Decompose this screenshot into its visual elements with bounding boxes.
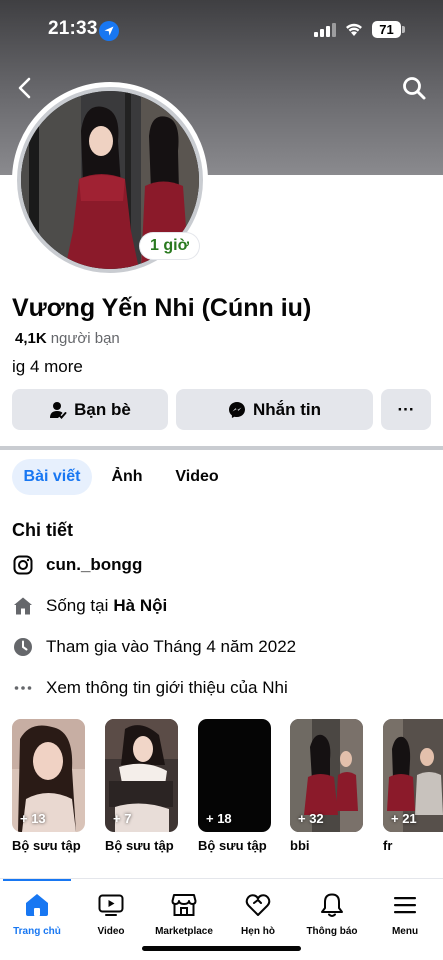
nav-home[interactable]: Trang chủ [0,891,74,937]
nav-notifications[interactable]: Thông báo [295,891,369,937]
nav-marketplace[interactable]: Marketplace [147,891,221,937]
collection-count: + 32 [298,811,324,826]
section-divider [0,446,443,450]
friends-label: người bạn [50,330,120,347]
instagram-handle: cun._bongg [46,555,143,574]
collection-label: Bộ sưu tập [198,838,267,853]
tab-video[interactable]: Video [164,459,230,495]
collection-label: Bộ sưu tập [12,838,81,853]
active-tab-indicator [3,879,71,881]
detail-instagram[interactable]: cun._bongg [12,552,142,578]
profile-name: Vương Yến Nhi (Cúnn iu) [12,294,312,322]
collection-item[interactable]: + 21 fr [383,719,443,853]
tab-photos[interactable]: Ảnh [100,459,154,495]
home-icon [23,891,51,919]
more-dots-icon: ··· [397,399,415,419]
collection-item[interactable]: + 18 Bộ sưu tập [198,719,271,853]
location-arrow-icon [99,21,119,41]
status-time: 21:33 [48,18,98,39]
profile-bio: ig 4 more [12,357,83,376]
bell-icon [318,891,346,919]
detail-joined: Tham gia vào Tháng 4 năm 2022 [12,634,296,660]
friends-button-label: Bạn bè [74,399,131,419]
nav-dating[interactable]: Hẹn hò [221,891,295,937]
collection-thumbnail: + 21 [383,719,443,832]
collection-count: + 21 [391,811,417,826]
friends-count-line[interactable]: 4,1K người bạn [15,330,120,347]
nav-menu-label: Menu [391,926,419,937]
detail-lives-in[interactable]: Sống tại Hà Nội [12,593,167,619]
search-icon [403,77,426,100]
more-options-button[interactable]: ··· [381,389,431,430]
collection-count: + 13 [20,811,46,826]
nav-video[interactable]: Video [74,891,148,937]
collection-thumbnail: + 7 [105,719,178,832]
collection-label: bbi [290,838,310,853]
message-button-label: Nhắn tin [253,399,321,419]
tab-posts[interactable]: Bài viết [12,459,92,495]
back-button[interactable] [12,74,40,102]
collection-thumbnail: + 32 [290,719,363,832]
chevron-left-icon [18,77,31,99]
house-icon [12,595,34,617]
battery-level: 71 [372,21,401,38]
signal-icon [314,23,336,37]
instagram-icon [12,554,34,576]
video-icon [97,891,125,919]
about-link-text: Xem thông tin giới thiệu của Nhi [46,678,288,697]
menu-icon [391,891,419,919]
nav-menu[interactable]: Menu [368,891,442,937]
lives-in-city: Hà Nội [113,596,168,615]
dating-icon [244,891,272,919]
nav-marketplace-label: Marketplace [155,926,213,937]
collection-count: + 18 [206,811,232,826]
joined-text: Tham gia vào Tháng 4 năm 2022 [46,637,297,656]
story-time-badge[interactable]: 1 giờ [140,233,199,259]
home-indicator [142,946,301,951]
collection-item[interactable]: + 7 Bộ sưu tập [105,719,178,853]
collection-label: fr [383,838,393,853]
status-bar: 21:33 71 [0,0,443,60]
collection-thumbnail: + 13 [12,719,85,832]
collection-item[interactable]: + 32 bbi [290,719,363,853]
collections-row: + 13 Bộ sưu tập + 7 Bộ sưu tập + 18 Bộ s… [12,719,443,859]
details-title: Chi tiết [12,520,73,540]
collection-item[interactable]: + 13 Bộ sưu tập [12,719,85,853]
lives-in-prefix: Sống tại [46,596,109,615]
collection-label: Bộ sưu tập [105,838,174,853]
message-button[interactable]: Nhắn tin [176,389,373,430]
messenger-icon [229,401,245,418]
marketplace-icon [170,891,198,919]
battery-icon: 71 [372,21,405,38]
friends-button[interactable]: Bạn bè [12,389,168,430]
collection-count: + 7 [113,811,132,826]
collection-thumbnail: + 18 [198,719,271,832]
friends-count: 4,1K [15,330,47,347]
nav-video-label: Video [97,926,125,937]
search-button[interactable] [400,74,428,102]
nav-home-label: Trang chủ [13,926,61,937]
nav-notifications-label: Thông báo [306,926,358,937]
clock-icon [12,636,34,658]
person-check-icon [50,401,67,419]
wifi-icon [346,23,362,36]
ellipsis-icon [12,677,34,699]
detail-about-link[interactable]: Xem thông tin giới thiệu của Nhi [12,675,288,701]
nav-dating-label: Hẹn hò [241,926,275,937]
